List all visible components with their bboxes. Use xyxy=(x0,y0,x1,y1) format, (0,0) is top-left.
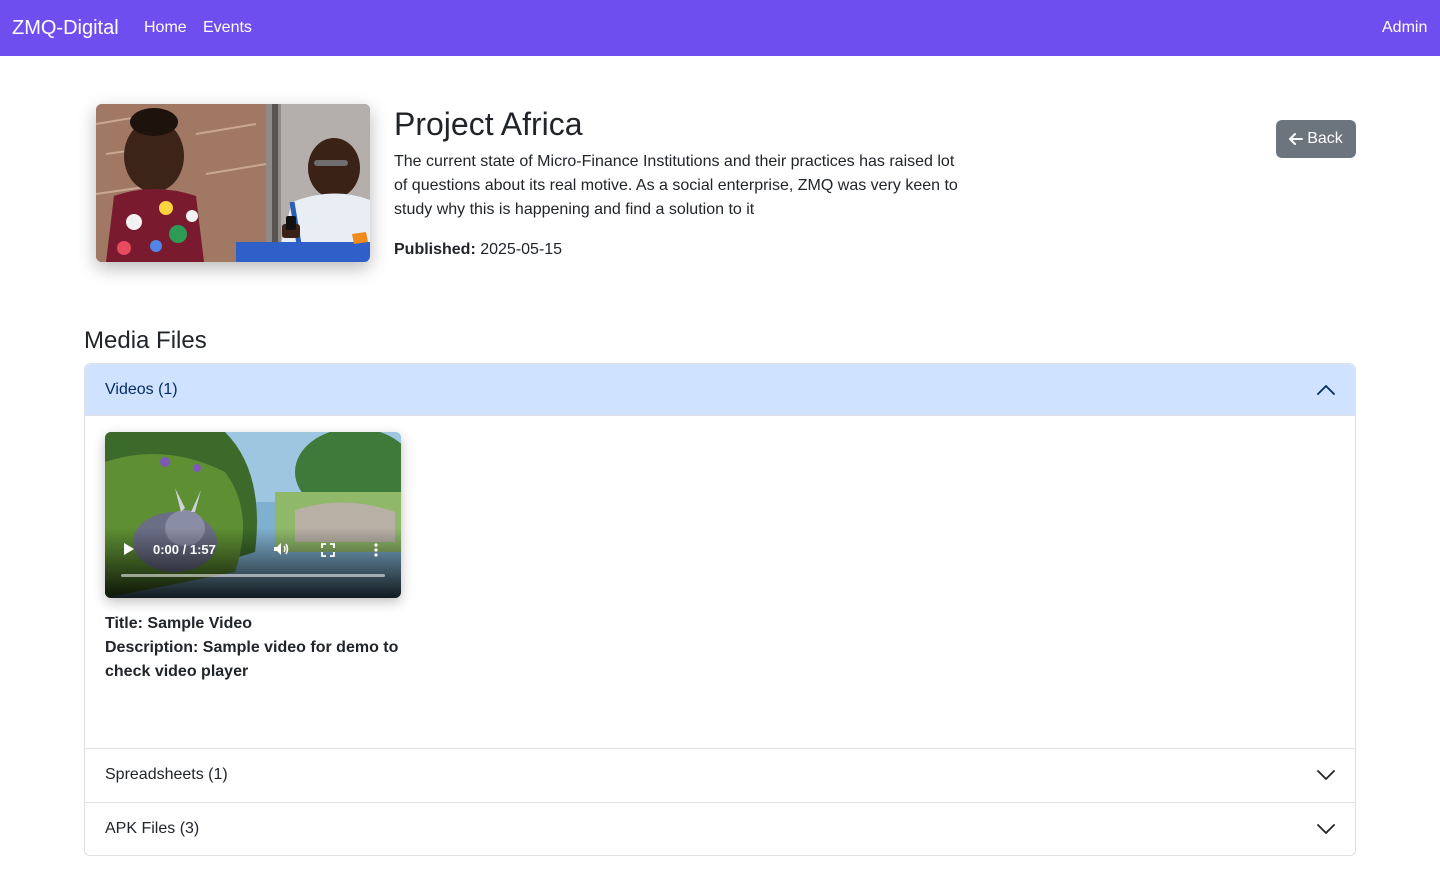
chevron-up-icon xyxy=(1317,384,1335,396)
published-label: Published: xyxy=(394,241,476,258)
accordion-header-apk-files[interactable]: APK Files (3) xyxy=(85,803,1355,855)
accordion-label-spreadsheets: Spreadsheets (1) xyxy=(105,766,228,783)
brand-logo[interactable]: ZMQ-Digital xyxy=(12,16,119,40)
accordion-videos: Videos (1) 0:00 / 1:57 Title: Sample Vid… xyxy=(84,363,1356,749)
video-title-label: Title: xyxy=(105,615,143,632)
published-info: Published: 2025-05-15 xyxy=(394,238,562,262)
accordion-header-videos[interactable]: Videos (1) xyxy=(85,364,1355,416)
accordion-header-spreadsheets[interactable]: Spreadsheets (1) xyxy=(85,749,1355,801)
video-progress-bar[interactable] xyxy=(121,574,385,577)
chevron-down-icon xyxy=(1317,769,1335,781)
nav-link-home[interactable]: Home xyxy=(144,18,187,38)
accordion-label-apk-files: APK Files (3) xyxy=(105,820,200,837)
project-image xyxy=(96,104,370,262)
back-button-label: Back xyxy=(1307,130,1343,147)
video-title-row: Title: Sample Video xyxy=(105,612,405,636)
accordion-spreadsheets: Spreadsheets (1) xyxy=(84,749,1356,803)
page-title: Project Africa xyxy=(394,106,583,142)
top-navbar: ZMQ-Digital Home Events Admin xyxy=(0,0,1440,56)
accordion-apk-files: APK Files (3) xyxy=(84,802,1356,856)
video-player[interactable]: 0:00 / 1:57 xyxy=(105,432,401,598)
project-description: The current state of Micro-Finance Insti… xyxy=(394,153,958,218)
nav-link-events[interactable]: Events xyxy=(203,18,252,38)
video-title: Sample Video xyxy=(147,615,253,632)
arrow-left-icon xyxy=(1289,132,1304,146)
video-meta: Title: Sample Video Description: Sample … xyxy=(105,612,405,684)
video-description-row: Description: Sample video for demo to ch… xyxy=(105,636,405,684)
nav-link-admin[interactable]: Admin xyxy=(1382,18,1427,38)
video-controls xyxy=(105,528,401,598)
video-description-label: Description: xyxy=(105,639,199,656)
back-button[interactable]: Back xyxy=(1276,120,1356,158)
video-time: 0:00 / 1:57 xyxy=(153,542,216,557)
fullscreen-icon[interactable] xyxy=(321,543,335,562)
accordion-label-videos: Videos (1) xyxy=(105,380,178,398)
published-date: 2025-05-15 xyxy=(480,241,563,258)
more-options-icon[interactable] xyxy=(374,543,378,562)
play-icon[interactable] xyxy=(123,542,135,561)
volume-icon[interactable] xyxy=(273,542,289,561)
chevron-down-icon xyxy=(1317,823,1335,835)
media-files-heading: Media Files xyxy=(84,327,207,354)
